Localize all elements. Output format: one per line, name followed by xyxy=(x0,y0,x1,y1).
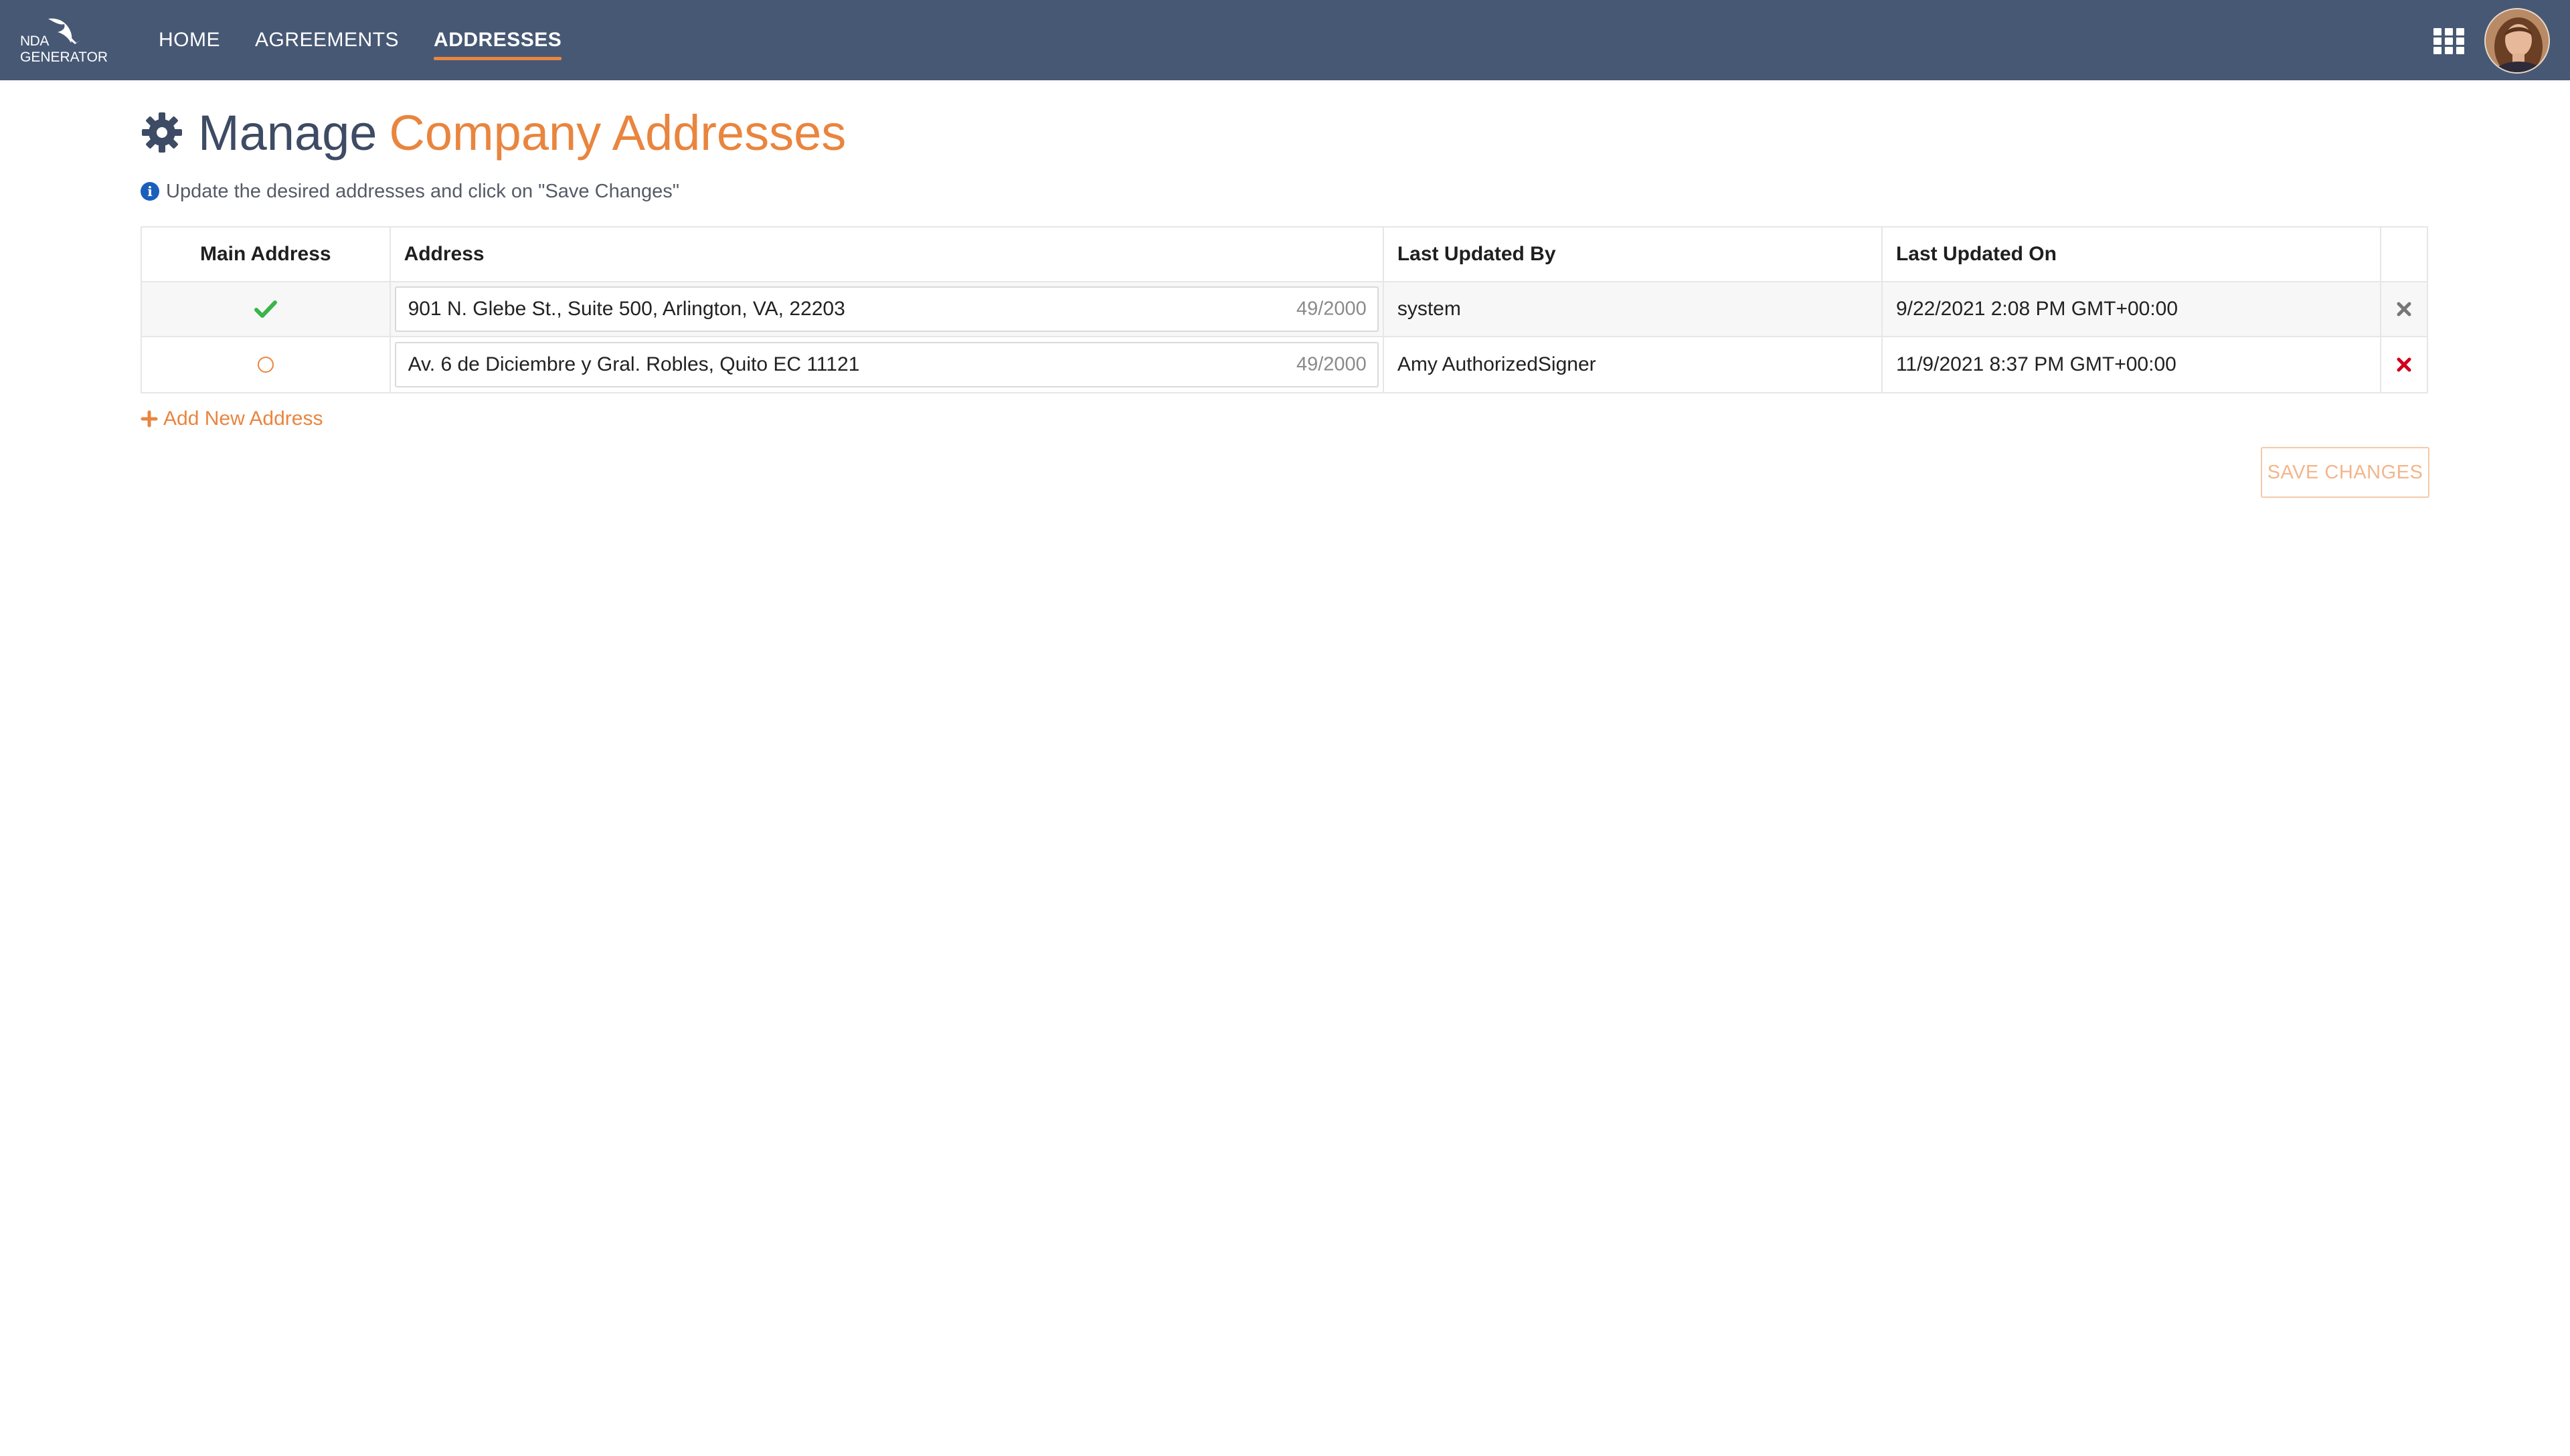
logo-text-nda: NDA xyxy=(20,33,49,49)
gear-icon xyxy=(142,112,182,153)
column-header-address: Address xyxy=(391,227,1384,281)
delete-cell xyxy=(2381,282,2427,336)
column-header-main-address: Main Address xyxy=(142,227,391,281)
character-count: 49/2000 xyxy=(1296,353,1367,375)
add-new-address-label: Add New Address xyxy=(163,407,323,430)
plus-icon xyxy=(141,410,158,428)
last-updated-on-cell: 9/22/2021 2:08 PM GMT+00:00 xyxy=(1883,282,2382,336)
last-updated-by-cell: system xyxy=(1384,282,1883,336)
addresses-table: Main Address Address Last Updated By Las… xyxy=(141,226,2428,393)
column-header-last-updated-on: Last Updated On xyxy=(1883,227,2382,281)
column-header-actions xyxy=(2381,227,2427,281)
address-field-wrapper: 49/2000 xyxy=(394,342,1379,387)
user-avatar[interactable] xyxy=(2484,8,2550,74)
check-icon[interactable] xyxy=(254,300,277,318)
nav-home[interactable]: HOME xyxy=(159,0,220,80)
logo-text-generator: GENERATOR xyxy=(20,50,108,65)
character-count: 49/2000 xyxy=(1296,298,1367,320)
nav-agreements[interactable]: AGREEMENTS xyxy=(255,0,399,80)
address-cell: 49/2000 xyxy=(391,282,1384,336)
column-header-last-updated-by: Last Updated By xyxy=(1384,227,1883,281)
last-updated-by-cell: Amy AuthorizedSigner xyxy=(1384,337,1883,392)
table-header-row: Main Address Address Last Updated By Las… xyxy=(142,227,2427,282)
info-text: Update the desired addresses and click o… xyxy=(166,180,679,202)
nda-generator-logo[interactable]: NDA GENERATOR xyxy=(15,13,108,68)
page-title: Manage Company Addresses xyxy=(141,99,846,166)
main-address-cell xyxy=(142,282,391,336)
info-icon: i xyxy=(141,182,159,201)
add-new-address-link[interactable]: Add New Address xyxy=(141,404,323,434)
address-cell: 49/2000 xyxy=(391,337,1384,392)
table-row: 49/2000 Amy AuthorizedSigner 11/9/2021 8… xyxy=(142,337,2427,392)
save-changes-button[interactable]: SAVE CHANGES xyxy=(2261,447,2429,498)
delete-cell xyxy=(2381,337,2427,392)
address-field-wrapper: 49/2000 xyxy=(394,286,1379,332)
address-input[interactable] xyxy=(396,343,1377,386)
column-header-address-label: Address xyxy=(404,243,485,265)
last-updated-on-cell: 11/9/2021 8:37 PM GMT+00:00 xyxy=(1883,337,2382,392)
title-main: Manage xyxy=(198,104,377,161)
info-message: i Update the desired addresses and click… xyxy=(141,178,679,205)
table-row: 49/2000 system 9/22/2021 2:08 PM GMT+00:… xyxy=(142,282,2427,337)
radio-unselected-icon[interactable] xyxy=(257,357,274,373)
delete-x-icon[interactable] xyxy=(2397,357,2411,372)
eagle-logo-icon xyxy=(48,18,80,44)
avatar-portrait-icon xyxy=(2486,9,2549,72)
main-address-cell xyxy=(142,337,391,392)
apps-grid-icon[interactable] xyxy=(2433,28,2464,56)
top-navigation-bar: NDA GENERATOR HOME AGREEMENTS ADDRESSES xyxy=(0,0,2570,80)
main-nav: HOME AGREEMENTS ADDRESSES xyxy=(159,0,562,80)
address-input[interactable] xyxy=(396,288,1377,331)
nav-addresses[interactable]: ADDRESSES xyxy=(434,0,562,80)
title-accent: Company Addresses xyxy=(389,104,847,161)
delete-x-icon[interactable] xyxy=(2397,302,2411,316)
